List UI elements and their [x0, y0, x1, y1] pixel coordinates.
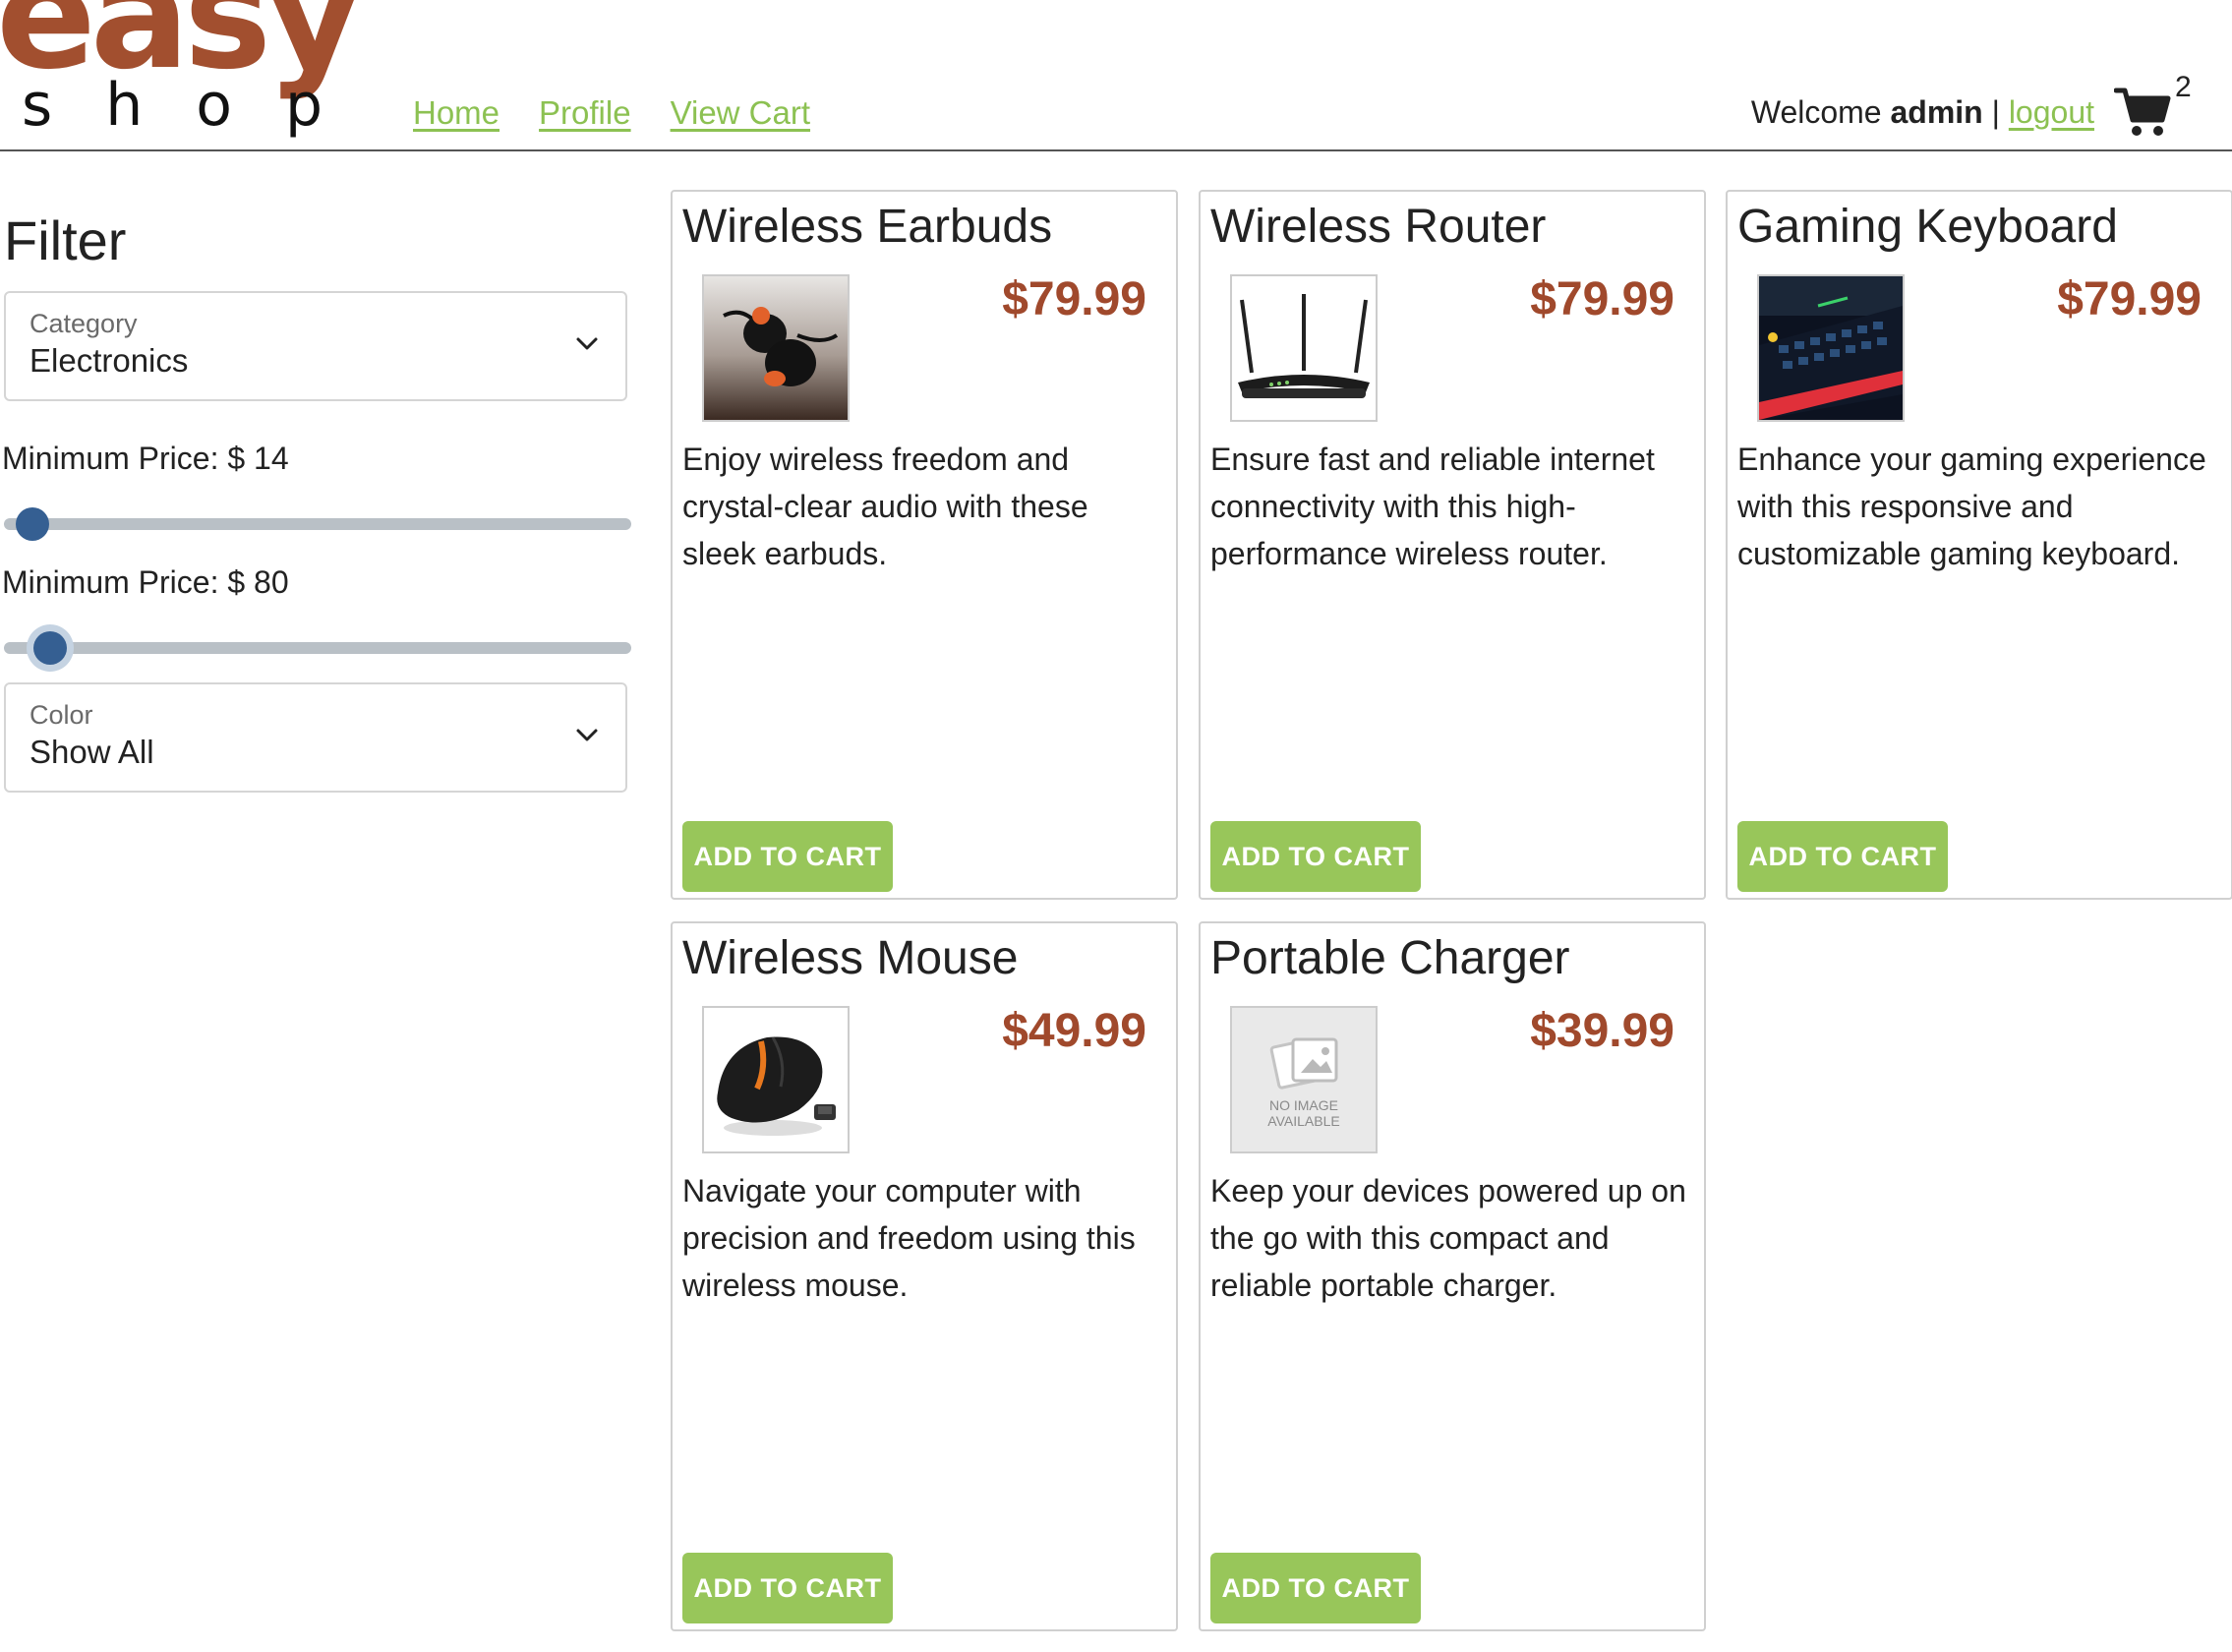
product-price: $79.99	[1530, 273, 1674, 325]
product-card: Gaming Keyboard $79.99 Enhance your gami…	[1726, 190, 2232, 900]
earbuds-image[interactable]	[702, 274, 850, 422]
add-to-cart-button[interactable]: ADD TO CART	[1737, 821, 1948, 892]
product-description: Ensure fast and reliable internet connec…	[1210, 442, 1655, 571]
color-label: Color	[29, 700, 93, 730]
cart-count-badge: 2	[2175, 71, 2192, 103]
chevron-down-icon	[576, 337, 598, 350]
separator: |	[1991, 94, 2000, 130]
product-description: Keep your devices powered up on the go w…	[1210, 1173, 1686, 1303]
product-name: Wireless Router	[1210, 201, 1547, 253]
slider-thumb[interactable]	[33, 631, 67, 665]
no-image-icon: NO IMAGE AVAILABLE	[1232, 1008, 1376, 1151]
logo-word-shop: shop	[22, 71, 377, 140]
filter-title: Filter	[4, 209, 127, 271]
product-price: $79.99	[2057, 273, 2202, 325]
page: easy shop Home Profile View Cart Welcome…	[0, 0, 2232, 1652]
product-name: Wireless Earbuds	[682, 201, 1053, 253]
welcome-text: Welcome	[1750, 94, 1882, 130]
product-price: $39.99	[1530, 1005, 1674, 1057]
product-card: Wireless Router $79.99 Ensure fast and r…	[1199, 190, 1706, 900]
category-value: Electronics	[29, 342, 189, 379]
nav-profile-link[interactable]: Profile	[539, 94, 631, 132]
product-card: Portable Charger NO IMAGE AVAILABLE $39.…	[1199, 921, 1706, 1631]
category-label: Category	[29, 309, 138, 338]
add-to-cart-button[interactable]: ADD TO CART	[1210, 1553, 1421, 1623]
easy-shop-logo[interactable]: easy shop	[0, 0, 393, 149]
add-to-cart-button[interactable]: ADD TO CART	[682, 1553, 893, 1623]
max-price-slider[interactable]	[4, 627, 631, 667]
product-description: Enjoy wireless freedom and crystal-clear…	[682, 442, 1088, 571]
product-card: Wireless Mouse $49.99 Navigate your comp…	[671, 921, 1178, 1631]
no-image-text-line2: AVAILABLE	[1267, 1113, 1339, 1129]
slider-track	[4, 518, 631, 530]
product-description: Navigate your computer with precision an…	[682, 1173, 1136, 1303]
product-name: Wireless Mouse	[682, 932, 1019, 984]
main-nav: Home Profile View Cart	[413, 94, 810, 132]
user-greeting: Welcome admin | logout	[1751, 94, 2094, 131]
color-select[interactable]: Color Show All	[4, 682, 627, 793]
product-card: Wireless Earbuds $79.99 Enjoy wireless f…	[671, 190, 1178, 900]
site-header: easy shop Home Profile View Cart Welcome…	[0, 0, 2232, 151]
mouse-image[interactable]	[702, 1006, 850, 1153]
add-to-cart-button[interactable]: ADD TO CART	[682, 821, 893, 892]
product-price: $49.99	[1002, 1005, 1146, 1057]
username: admin	[1890, 94, 1983, 130]
nav-view-cart-link[interactable]: View Cart	[671, 94, 810, 132]
min-price-slider[interactable]	[4, 503, 631, 543]
min-price-label: Minimum Price: $ 14	[2, 441, 289, 476]
nav-home-link[interactable]: Home	[413, 94, 499, 132]
category-select[interactable]: Category Electronics	[4, 291, 627, 401]
no-image-text-line1: NO IMAGE	[1269, 1097, 1338, 1113]
slider-track	[4, 642, 631, 654]
slider-thumb[interactable]	[16, 507, 49, 541]
color-value: Show All	[29, 734, 154, 770]
max-price-label: Minimum Price: $ 80	[2, 564, 289, 600]
product-name: Gaming Keyboard	[1737, 201, 2118, 253]
keyboard-image[interactable]	[1757, 274, 1905, 422]
router-image[interactable]	[1230, 274, 1378, 422]
product-description: Enhance your gaming experience with this…	[1737, 442, 2206, 571]
product-price: $79.99	[1002, 273, 1146, 325]
no-image-placeholder[interactable]: NO IMAGE AVAILABLE	[1230, 1006, 1378, 1153]
add-to-cart-button[interactable]: ADD TO CART	[1210, 821, 1421, 892]
product-name: Portable Charger	[1210, 932, 1570, 984]
chevron-down-icon	[576, 729, 598, 741]
shopping-cart-icon[interactable]	[2114, 87, 2171, 138]
logout-link[interactable]: logout	[2009, 94, 2094, 130]
